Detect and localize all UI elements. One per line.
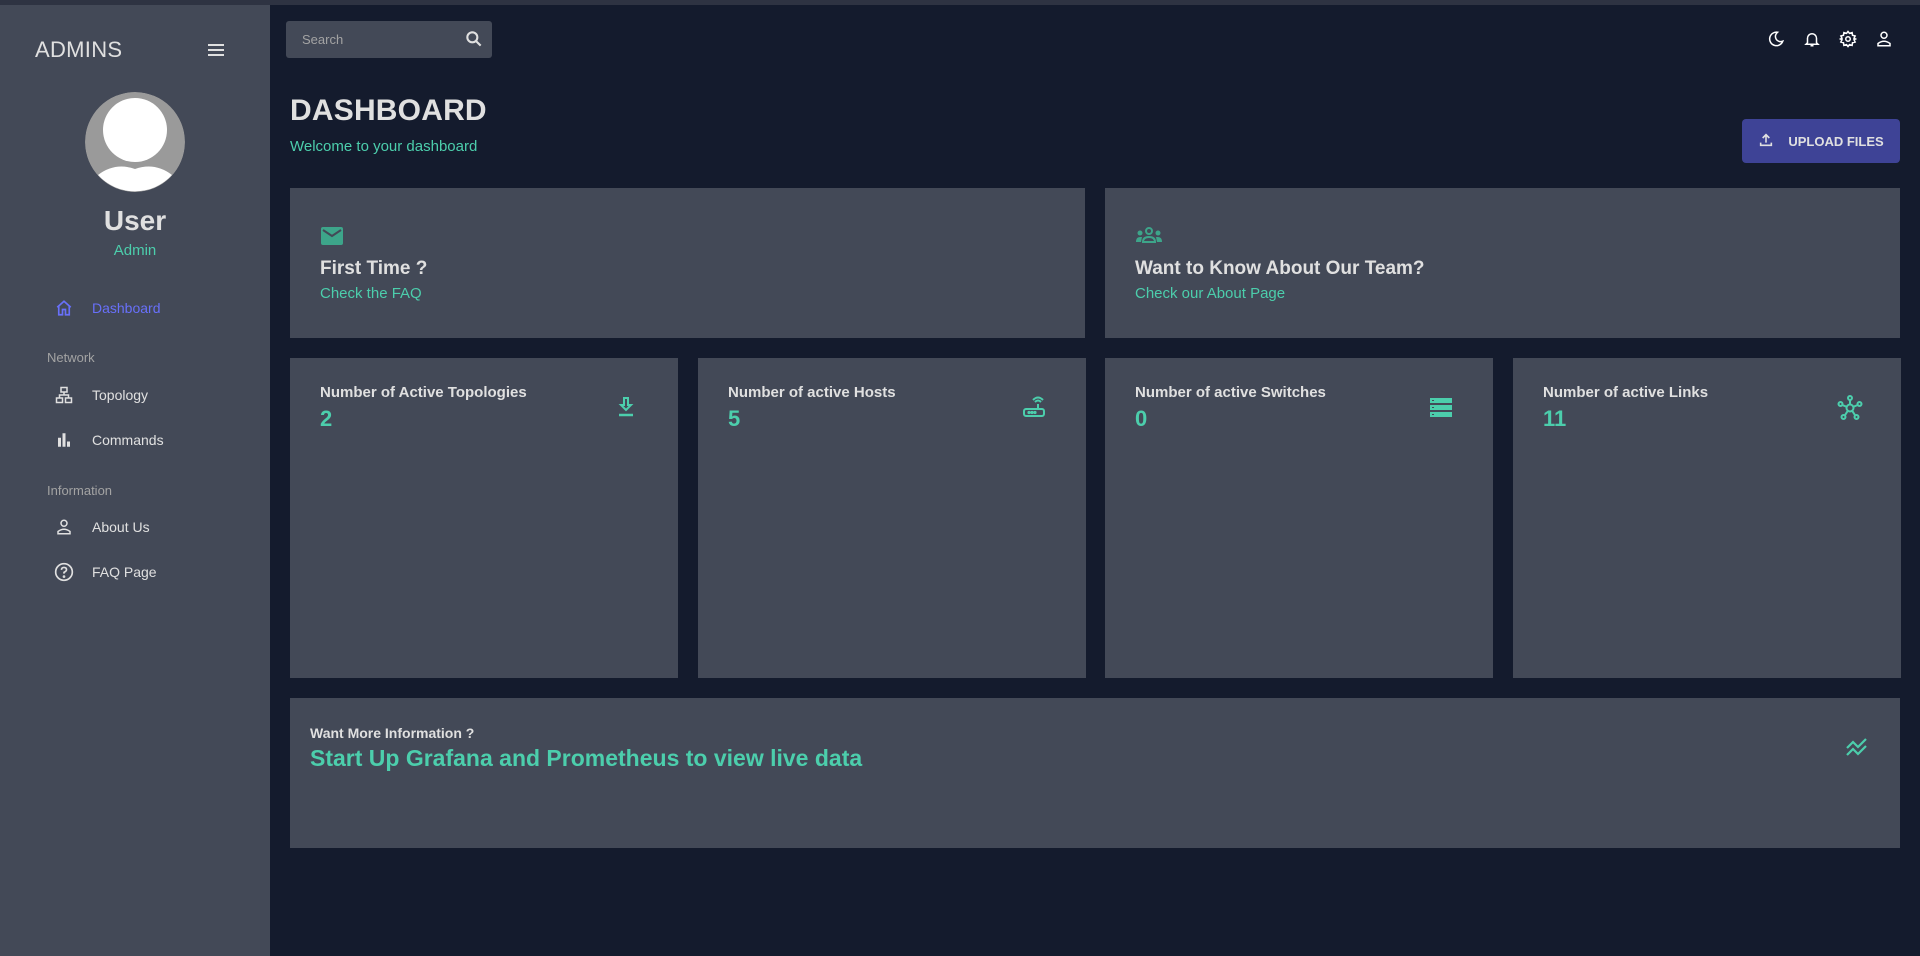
sidebar-item-label: Topology bbox=[92, 387, 149, 403]
nav-section-network: Network bbox=[47, 350, 95, 365]
upload-files-button[interactable]: UPLOAD FILES bbox=[1742, 119, 1900, 163]
dark-mode-icon[interactable] bbox=[1766, 28, 1786, 50]
notifications-icon[interactable] bbox=[1802, 28, 1822, 50]
window-top-strip bbox=[0, 0, 1920, 5]
live-data-label: Want More Information ? bbox=[310, 725, 475, 741]
card-title: First Time ? bbox=[320, 258, 428, 279]
team-card: Want to Know About Our Team? Check our A… bbox=[1105, 188, 1900, 338]
stat-card-topologies: Number of Active Topologies 2 bbox=[290, 358, 678, 678]
search-input[interactable] bbox=[286, 32, 446, 47]
sidebar-item-label: Dashboard bbox=[92, 300, 161, 316]
sidebar-item-label: About Us bbox=[92, 519, 150, 535]
stat-card-switches: Number of active Switches 0 bbox=[1105, 358, 1493, 678]
about-link[interactable]: Check our About Page bbox=[1135, 285, 1285, 302]
download-icon bbox=[614, 395, 638, 419]
stat-value: 11 bbox=[1543, 406, 1567, 431]
avatar bbox=[85, 92, 185, 192]
person-icon bbox=[50, 517, 78, 537]
menu-toggle-icon[interactable] bbox=[206, 41, 226, 59]
live-data-link[interactable]: Start Up Grafana and Prometheus to view … bbox=[310, 745, 862, 772]
sidebar-item-label: Commands bbox=[92, 432, 164, 448]
stat-label: Number of Active Topologies bbox=[320, 384, 527, 401]
storage-icon bbox=[1429, 395, 1453, 419]
router-icon bbox=[1022, 395, 1046, 419]
search-icon[interactable] bbox=[464, 29, 484, 49]
email-icon bbox=[320, 226, 344, 251]
stat-label: Number of active Links bbox=[1543, 384, 1709, 401]
nav-section-information: Information bbox=[47, 483, 113, 498]
card-title: Want to Know About Our Team? bbox=[1135, 258, 1425, 279]
sidebar-item-dashboard[interactable]: Dashboard bbox=[50, 290, 250, 326]
profile-icon[interactable] bbox=[1874, 28, 1894, 50]
bar-chart-icon bbox=[50, 430, 78, 450]
sidebar-item-topology[interactable]: Topology bbox=[50, 377, 250, 413]
stat-card-hosts: Number of active Hosts 5 bbox=[698, 358, 1086, 678]
stat-value: 2 bbox=[320, 406, 333, 431]
sidebar-item-about-us[interactable]: About Us bbox=[50, 509, 250, 545]
stat-label: Number of active Switches bbox=[1135, 384, 1326, 401]
settings-icon[interactable] bbox=[1838, 28, 1858, 50]
page-title: DASHBOARD bbox=[290, 94, 487, 127]
faq-card: First Time ? Check the FAQ bbox=[290, 188, 1085, 338]
page-subtitle: Welcome to your dashboard bbox=[290, 138, 478, 155]
user-role: Admin bbox=[113, 242, 157, 259]
search-box bbox=[286, 21, 492, 58]
help-circle-icon bbox=[50, 562, 78, 582]
sidebar-item-label: FAQ Page bbox=[92, 564, 157, 580]
sitemap-icon bbox=[50, 385, 78, 405]
hub-icon bbox=[1837, 395, 1863, 420]
topbar-icons bbox=[1766, 28, 1894, 50]
home-icon bbox=[50, 298, 78, 318]
sidebar-item-commands[interactable]: Commands bbox=[50, 422, 250, 458]
user-name: User bbox=[103, 205, 167, 236]
upload-icon bbox=[1758, 132, 1774, 151]
stat-value: 0 bbox=[1135, 406, 1148, 431]
stat-value: 5 bbox=[728, 406, 741, 431]
sidebar: ADMINS User Admin Dashboard Network Topo… bbox=[0, 5, 270, 956]
live-data-card: Want More Information ? Start Up Grafana… bbox=[290, 698, 1900, 848]
upload-files-label: UPLOAD FILES bbox=[1788, 133, 1884, 149]
sidebar-item-faq[interactable]: FAQ Page bbox=[50, 554, 250, 590]
faq-link[interactable]: Check the FAQ bbox=[320, 285, 422, 302]
stacked-line-chart-icon bbox=[1844, 735, 1870, 761]
stat-card-links: Number of active Links 11 bbox=[1513, 358, 1901, 678]
groups-icon bbox=[1135, 226, 1163, 249]
stat-label: Number of active Hosts bbox=[728, 384, 896, 401]
brand-title: ADMINS bbox=[35, 37, 123, 62]
